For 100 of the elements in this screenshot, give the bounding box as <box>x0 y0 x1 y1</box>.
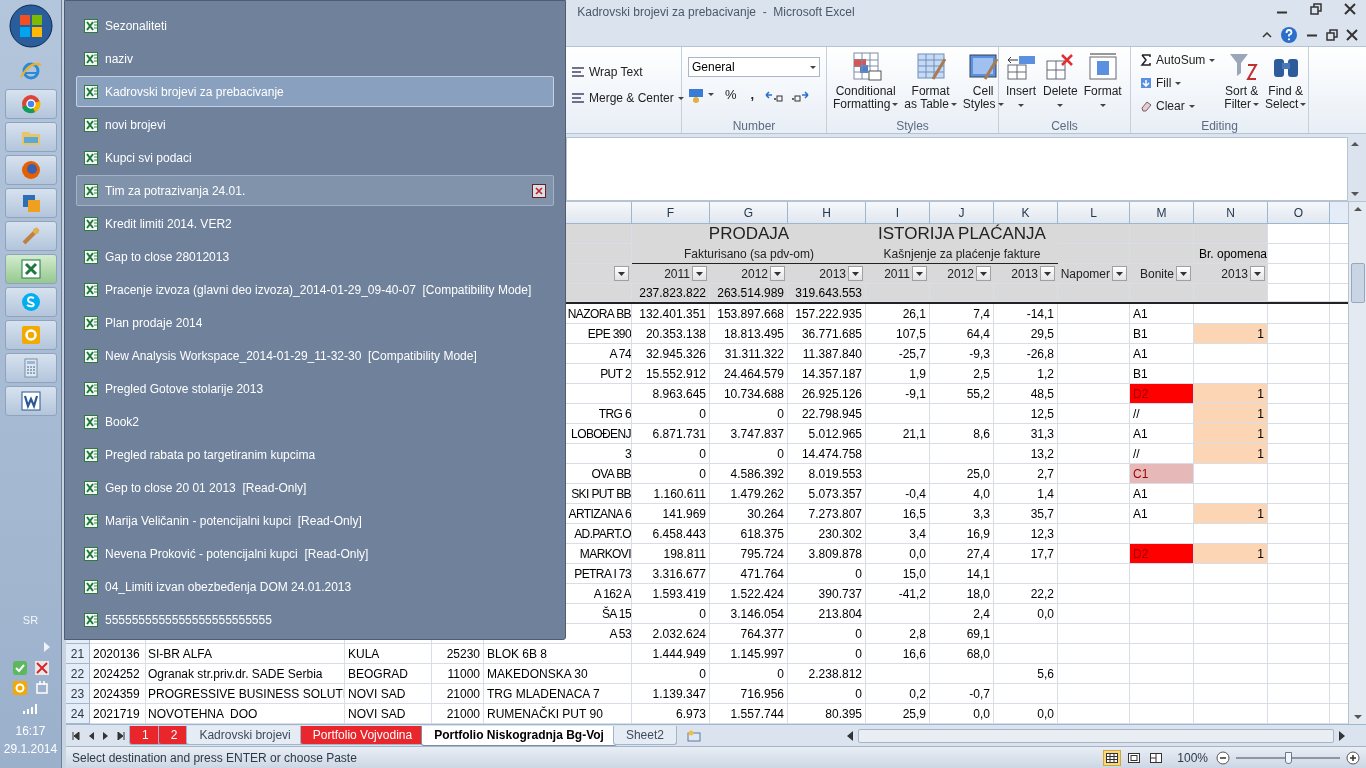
ribbon-button[interactable]: Format as Table <box>901 51 960 111</box>
table-cell: A1 <box>1130 344 1194 364</box>
column-header[interactable]: N <box>1194 202 1268 224</box>
filter-dropdown-button[interactable] <box>976 266 991 281</box>
jump-list-item[interactable]: 04_Limiti izvan obezbeđenja DOM 24.01.2013 <box>76 571 554 602</box>
jump-list-item[interactable]: Pregled Gotove stolarije 2013 <box>76 373 554 404</box>
ribbon-button[interactable]: Fill <box>1140 74 1216 92</box>
table-cell: 20.353.138 <box>632 324 710 344</box>
jump-list-item[interactable]: Gap to close 28012013 <box>76 241 554 272</box>
filter-dropdown-button[interactable] <box>1176 266 1191 281</box>
table-cell: 7.273.807 <box>788 504 866 524</box>
jump-list-item[interactable]: novi brojevi <box>76 109 554 140</box>
table-cell: 157.222.935 <box>788 304 866 324</box>
vertical-scrollbar[interactable] <box>1348 202 1366 724</box>
filter-dropdown-button[interactable] <box>1040 266 1055 281</box>
table-cell: 141.969 <box>632 504 710 524</box>
table-cell: 48,5 <box>994 384 1058 404</box>
filter-dropdown-button[interactable] <box>912 266 927 281</box>
ribbon-button[interactable]: Conditional Formatting <box>830 51 902 111</box>
column-header[interactable]: K <box>994 202 1058 224</box>
table-cell: 14.357.187 <box>788 364 866 384</box>
jump-list-item[interactable]: Plan prodaje 2014 <box>76 307 554 338</box>
table-cell: 26.925.126 <box>788 384 866 404</box>
filter-dropdown-button[interactable] <box>1250 266 1265 281</box>
table-cell: 3,4 <box>866 524 930 544</box>
ribbon-button[interactable]: Delete <box>1040 51 1081 107</box>
column-header[interactable]: H <box>788 202 866 224</box>
filter-dropdown-button[interactable] <box>770 266 785 281</box>
filter-dropdown-button[interactable] <box>614 266 629 281</box>
ribbon-button[interactable]: Clear <box>1140 97 1216 115</box>
sheet-tab[interactable]: Portfolio Niskogradnja Bg-Voj <box>421 725 617 746</box>
zoom-slider-thumb[interactable] <box>1285 751 1292 764</box>
ribbon-button[interactable]: Sort & Filter <box>1221 51 1263 111</box>
currency-button[interactable] <box>688 86 714 103</box>
column-header[interactable]: F <box>632 202 710 224</box>
caret-icon <box>1300 103 1307 106</box>
table-cell: 0 <box>710 404 788 424</box>
comma-button[interactable]: , <box>747 85 758 105</box>
table-cell: 15.552.912 <box>632 364 710 384</box>
caret-icon <box>1018 104 1024 107</box>
jump-list-item[interactable]: Sezonaliteti <box>76 10 554 41</box>
jump-list-item[interactable]: Kredit limiti 2014. VER2 <box>76 208 554 239</box>
column-header[interactable]: M <box>1130 202 1194 224</box>
table-cell: 0 <box>632 404 710 424</box>
horizontal-scrollbar[interactable] <box>858 728 1334 743</box>
table-cell: 0 <box>632 444 710 464</box>
jump-list-item[interactable]: New Analysis Workspace_2014-01-29_11-32-30 [Compatibility Mode] <box>76 340 554 371</box>
caret-icon <box>1180 271 1187 276</box>
merge-center-button[interactable]: Merge & Center <box>569 89 686 107</box>
normal-view-button[interactable] <box>1103 749 1122 766</box>
taskbar-app-button[interactable] <box>4 155 57 185</box>
filter-dropdown-button[interactable] <box>692 266 707 281</box>
taskbar-app-button[interactable] <box>4 386 57 416</box>
filter-dropdown-button[interactable] <box>848 266 863 281</box>
ribbon-button[interactable]: Format <box>1080 51 1125 107</box>
jump-list-item[interactable]: Gep to close 20 01 2013 [Read-Only] <box>76 472 554 503</box>
scroll-thumb[interactable] <box>1350 263 1365 303</box>
jump-list-item[interactable]: Pregled rabata po targetiranim kupcima <box>76 439 554 470</box>
taskbar-app-button[interactable] <box>4 188 57 218</box>
column-header[interactable]: G <box>710 202 788 224</box>
table-brush-icon <box>914 51 947 81</box>
row-header[interactable]: 21 <box>66 644 90 664</box>
percent-button[interactable]: % <box>722 85 740 105</box>
table-cell: 8,6 <box>930 424 994 444</box>
spreadsheet-file-icon <box>84 513 98 528</box>
jump-list-item[interactable]: Marija Veličanin - potencijalni kupci [Read-Only] <box>76 505 554 536</box>
jump-list-item[interactable]: Nevena Proković - potencijalni kupci [Read-Only] <box>76 538 554 569</box>
number-format-dropdown[interactable]: General <box>688 57 820 77</box>
jump-list-item[interactable]: Pracenje izvoza (glavni deo izvoza)_2014-01-29_09-40-07 [Compatibility Mode] <box>76 274 554 305</box>
row-header[interactable]: 24 <box>66 704 90 724</box>
table-cell: 18,0 <box>930 584 994 604</box>
jump-list-item[interactable]: Kupci svi podaci <box>76 142 554 173</box>
column-header[interactable]: I <box>866 202 930 224</box>
table-cell: 69,1 <box>930 624 994 644</box>
column-header[interactable]: L <box>1058 202 1130 224</box>
taskbar-app-button[interactable] <box>4 254 57 284</box>
sheet-tab[interactable]: Sheet2 <box>612 726 677 745</box>
table-cell: 1 <box>1194 504 1268 524</box>
jump-list-item[interactable]: naziv <box>76 43 554 74</box>
filter-dropdown-button[interactable] <box>1112 266 1127 281</box>
spreadsheet-app-icon <box>19 258 42 280</box>
wrap-text-button[interactable]: Wrap Text <box>569 63 686 81</box>
empty-cell <box>1058 364 1130 384</box>
column-header[interactable]: J <box>930 202 994 224</box>
cell-brush-icon <box>967 51 1000 81</box>
jump-list-item[interactable]: Book2 <box>76 406 554 437</box>
table-cell: 2,5 <box>930 364 994 384</box>
column-header[interactable]: O <box>1268 202 1330 224</box>
taskbar-app-button[interactable] <box>4 89 57 119</box>
ribbon-button[interactable]: AutoSum <box>1140 51 1216 69</box>
row-header[interactable]: 23 <box>66 684 90 704</box>
table-cell: 4.586.392 <box>710 464 788 484</box>
ribbon-button[interactable]: Find & Select <box>1262 51 1310 111</box>
row-header[interactable]: 22 <box>66 664 90 684</box>
jump-list-item[interactable]: 5555555555555555555555555 <box>76 604 554 635</box>
empty-cell <box>994 684 1058 704</box>
table-cell: 0 <box>788 564 866 584</box>
spreadsheet-file-icon <box>84 249 98 264</box>
empty-cell <box>1268 304 1330 324</box>
remove-button[interactable] <box>532 183 546 198</box>
